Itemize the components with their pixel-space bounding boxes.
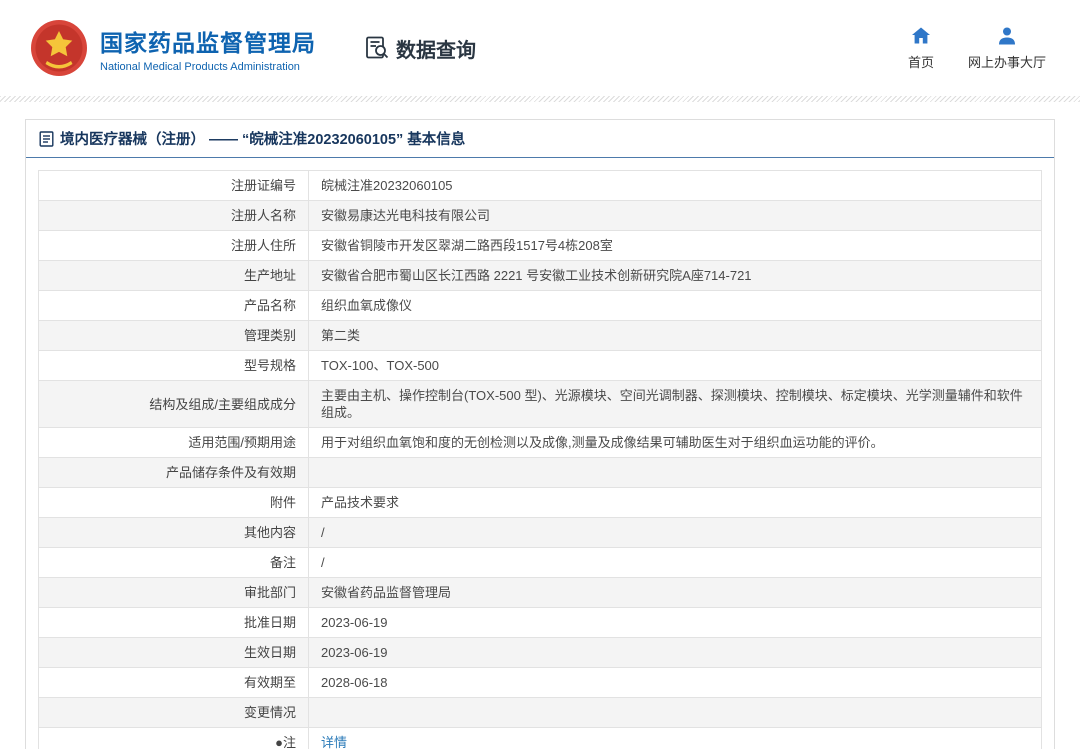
row-label: 产品名称 [38,290,309,321]
row-value: 2028-06-18 [308,667,1042,698]
row-value: 组织血氧成像仪 [308,290,1042,321]
table-row: ●注 详情 [38,727,1042,749]
row-label: 变更情况 [38,697,309,728]
row-label: 管理类别 [38,320,309,351]
row-value [308,697,1042,728]
row-value: 2023-06-19 [308,607,1042,638]
row-value: 安徽省药品监督管理局 [308,577,1042,608]
box-title: 境内医疗器械（注册） —— “皖械注准20232060105” 基本信息 [26,120,1054,158]
table-row: 变更情况 [38,697,1042,728]
row-label: ●注 [38,727,309,749]
info-table-body: 注册证编号 皖械注准20232060105 注册人名称 安徽易康达光电科技有限公司 注册… [38,170,1042,749]
row-label: 适用范围/预期用途 [38,427,309,458]
org-name-cn: 国家药品监督管理局 [100,29,316,56]
table-row: 附件 产品技术要求 [38,487,1042,518]
row-label: 审批部门 [38,577,309,608]
data-query-label: 数据查询 [396,39,476,62]
row-label: 注册人住所 [38,230,309,261]
home-icon [911,26,931,46]
row-value: 安徽省合肥市蜀山区长江西路 2221 号安徽工业技术创新研究院A座714-721 [308,260,1042,291]
row-label: 注册人名称 [38,200,309,231]
data-query-icon [364,35,390,61]
table-row: 管理类别 第二类 [38,320,1042,351]
row-value: 用于对组织血氧饱和度的无创检测以及成像,测量及成像结果可辅助医生对于组织血运功能… [308,427,1042,458]
table-row: 生效日期 2023-06-19 [38,637,1042,668]
detail-link[interactable]: 详情 [321,735,347,749]
header-nav: 首页 网上办事大厅 [908,26,1046,71]
table-row: 注册证编号 皖械注准20232060105 [38,170,1042,201]
row-label: 生产地址 [38,260,309,291]
row-label: 其他内容 [38,517,309,548]
info-table: 注册证编号 皖械注准20232060105 注册人名称 安徽易康达光电科技有限公司 注册… [38,170,1042,749]
table-row: 适用范围/预期用途 用于对组织血氧饱和度的无创检测以及成像,测量及成像结果可辅助医… [38,427,1042,458]
table-row: 审批部门 安徽省药品监督管理局 [38,577,1042,608]
info-box: 境内医疗器械（注册） —— “皖械注准20232060105” 基本信息 注册证… [25,119,1055,749]
table-row: 备注 / [38,547,1042,578]
row-value: 2023-06-19 [308,637,1042,668]
row-value: 安徽省铜陵市开发区翠湖二路西段1517号4栋208室 [308,230,1042,261]
row-value: TOX-100、TOX-500 [308,350,1042,381]
user-icon [997,26,1017,46]
table-row: 生产地址 安徽省合肥市蜀山区长江西路 2221 号安徽工业技术创新研究院A座714… [38,260,1042,291]
table-row: 型号规格 TOX-100、TOX-500 [38,350,1042,381]
row-value [308,457,1042,488]
table-row: 注册人住所 安徽省铜陵市开发区翠湖二路西段1517号4栋208室 [38,230,1042,261]
row-value: 详情 [308,727,1042,749]
row-value: 产品技术要求 [308,487,1042,518]
row-label: 备注 [38,547,309,578]
row-value: 安徽易康达光电科技有限公司 [308,200,1042,231]
row-value: 第二类 [308,320,1042,351]
table-row: 产品储存条件及有效期 [38,457,1042,488]
row-label: 型号规格 [38,350,309,381]
document-icon [39,130,54,147]
nav-online-hall[interactable]: 网上办事大厅 [968,26,1046,71]
row-label: 产品储存条件及有效期 [38,457,309,488]
row-label: 结构及组成/主要组成成分 [38,380,309,428]
box-title-text: 境内医疗器械（注册） —— “皖械注准20232060105” 基本信息 [60,132,466,148]
row-label: 生效日期 [38,637,309,668]
page: 国家药品监督管理局 National Medical Products Admi… [0,0,1080,749]
table-row: 有效期至 2028-06-18 [38,667,1042,698]
nav-home[interactable]: 首页 [908,26,934,71]
nmpa-emblem-logo [30,19,88,77]
table-row: 批准日期 2023-06-19 [38,607,1042,638]
table-row: 结构及组成/主要组成成分 主要由主机、操作控制台(TOX-500 型)、光源模块、… [38,380,1042,428]
row-label: 批准日期 [38,607,309,638]
row-value: / [308,547,1042,578]
nav-home-label: 首页 [907,54,934,70]
main-content: 境内医疗器械（注册） —— “皖械注准20232060105” 基本信息 注册证… [0,102,1080,749]
table-row: 产品名称 组织血氧成像仪 [38,290,1042,321]
site-header: 国家药品监督管理局 National Medical Products Admi… [0,0,1080,96]
row-label: 注册证编号 [38,170,309,201]
brand: 国家药品监督管理局 National Medical Products Admi… [30,19,316,77]
row-label: 有效期至 [38,667,309,698]
table-row: 其他内容 / [38,517,1042,548]
org-name-en: National Medical Products Administration [100,60,300,73]
table-row: 注册人名称 安徽易康达光电科技有限公司 [38,200,1042,231]
row-value: 皖械注准20232060105 [308,170,1042,201]
row-value: / [308,517,1042,548]
data-query-heading: 数据查询 [364,34,476,63]
nav-online-hall-label: 网上办事大厅 [967,54,1046,70]
row-label: 附件 [38,487,309,518]
row-value: 主要由主机、操作控制台(TOX-500 型)、光源模块、空间光调制器、探测模块、… [308,380,1042,428]
brand-text: 国家药品监督管理局 National Medical Products Admi… [100,24,316,73]
